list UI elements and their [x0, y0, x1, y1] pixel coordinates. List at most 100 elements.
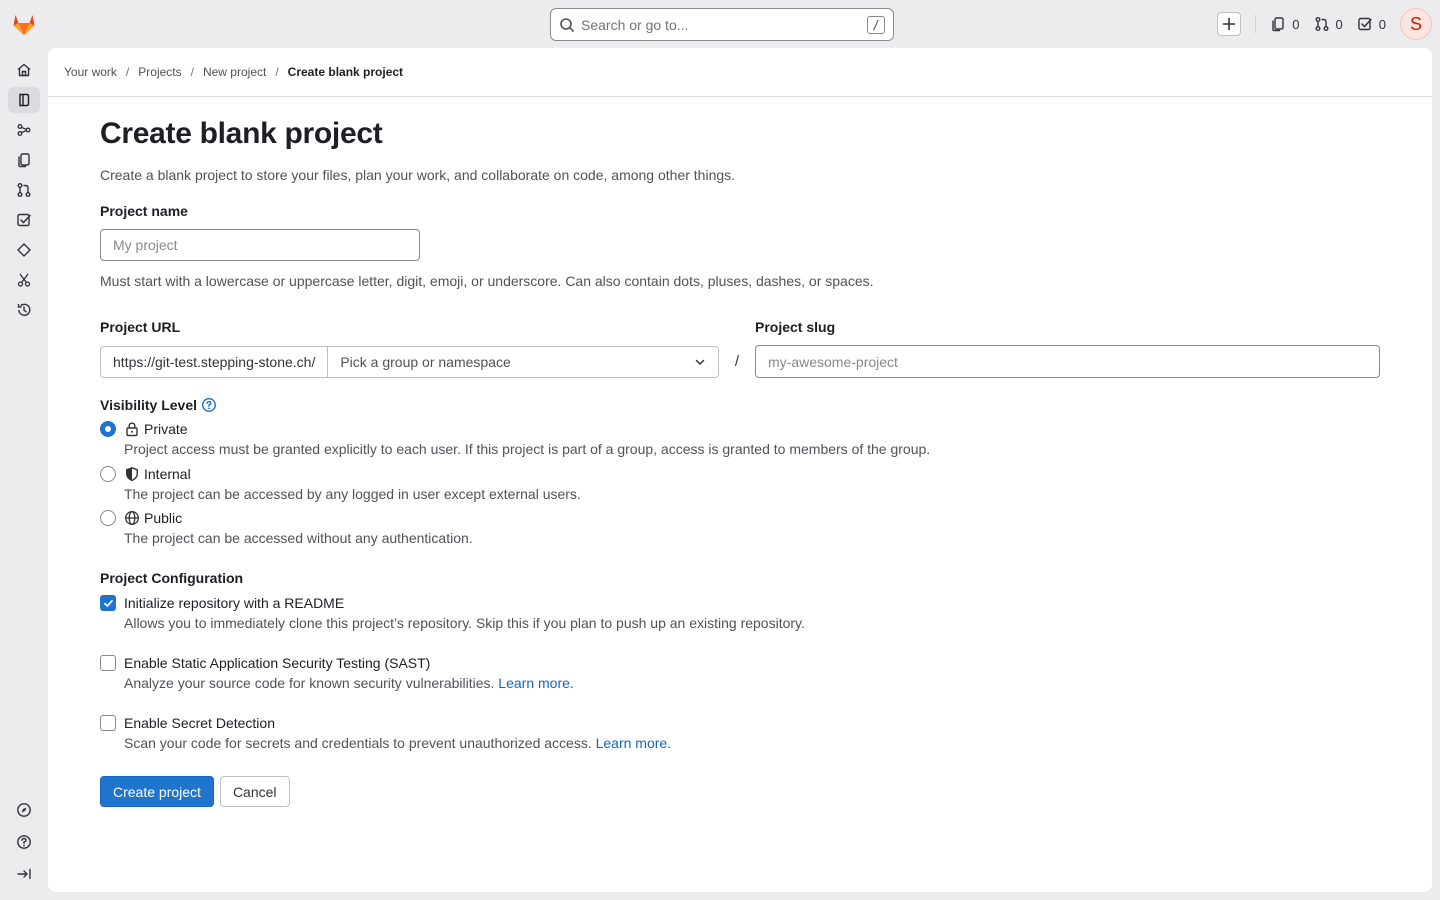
- form-actions: Create project Cancel: [100, 776, 1380, 807]
- sidebar-item-help[interactable]: [8, 829, 40, 855]
- visibility-radio-private[interactable]: [100, 421, 116, 437]
- breadcrumb-current[interactable]: Create blank project: [288, 65, 403, 79]
- todo-icon: [17, 213, 31, 227]
- main-panel: Your work / Projects / New project / Cre…: [48, 48, 1432, 892]
- shield-icon: [126, 467, 138, 482]
- breadcrumb-projects[interactable]: Projects: [138, 65, 181, 79]
- visibility-option-private[interactable]: Private Project access must be granted e…: [100, 419, 1380, 459]
- breadcrumb-your-work[interactable]: Your work: [64, 65, 117, 79]
- readme-label: Initialize repository with a README: [124, 595, 345, 611]
- search-icon: [559, 17, 575, 33]
- page-description: Create a blank project to store your fil…: [100, 167, 736, 183]
- top-right-actions: 0 0 0 S: [1217, 8, 1432, 40]
- page-title: Create blank project: [100, 117, 383, 150]
- search-shortcut-key: /: [867, 15, 885, 34]
- visibility-label-private: Private: [144, 421, 188, 437]
- issues-icon: [1272, 17, 1284, 32]
- visibility-help-public: The project can be accessed without any …: [124, 530, 473, 546]
- milestone-icon: [17, 243, 31, 257]
- home-icon: [17, 63, 31, 77]
- visibility-label: Visibility Level: [100, 397, 198, 413]
- url-slug-labels: Project URL Project slug: [100, 319, 1380, 335]
- chevron-down-icon: [695, 359, 705, 365]
- create-new-button[interactable]: [1217, 12, 1242, 36]
- todos-count: 0: [1378, 16, 1386, 32]
- top-bar: Search or go to... / 0 0 0 S: [0, 0, 1440, 48]
- project-icon: [19, 93, 30, 107]
- project-configuration-label: Project Configuration: [100, 570, 244, 586]
- cancel-button[interactable]: Cancel: [219, 776, 290, 807]
- project-url-prefix: https://git-test.stepping-stone.ch/: [100, 345, 328, 378]
- todos-counter-button[interactable]: 0: [1357, 16, 1386, 32]
- visibility-radio-internal[interactable]: [100, 466, 116, 482]
- config-option-sast[interactable]: Enable Static Application Security Testi…: [100, 653, 1380, 693]
- sidebar-item-home[interactable]: [8, 57, 40, 83]
- sidebar-collapse-toggle[interactable]: [8, 861, 40, 887]
- gitlab-logo-icon[interactable]: [10, 10, 38, 38]
- divider: [1255, 15, 1257, 33]
- search-placeholder: Search or go to...: [581, 16, 689, 33]
- visibility-radio-public[interactable]: [100, 510, 116, 526]
- project-url-group: https://git-test.stepping-stone.ch/ Pick…: [100, 345, 719, 378]
- secret-detection-checkbox[interactable]: [100, 715, 116, 731]
- readme-checkbox[interactable]: [100, 595, 116, 611]
- secret-detection-label: Enable Secret Detection: [124, 715, 275, 731]
- search-input[interactable]: Search or go to... /: [550, 8, 894, 41]
- question-circle-icon[interactable]: [201, 397, 217, 413]
- secret-detection-learn-more-link[interactable]: Learn more.: [596, 735, 671, 751]
- visibility-option-internal[interactable]: Internal The project can be accessed by …: [100, 464, 1380, 504]
- merge-requests-counter-button[interactable]: 0: [1314, 16, 1343, 32]
- issues-count: 0: [1292, 16, 1300, 32]
- sast-label: Enable Static Application Security Testi…: [124, 655, 431, 671]
- breadcrumb: Your work / Projects / New project / Cre…: [48, 48, 1432, 97]
- visibility-option-public[interactable]: Public The project can be accessed witho…: [100, 508, 1380, 548]
- visibility-help-private: Project access must be granted explicitl…: [124, 441, 931, 457]
- sidebar-item-todos[interactable]: [8, 207, 40, 233]
- plus-icon: [1222, 17, 1236, 31]
- issues-icon: [18, 153, 30, 168]
- project-name-input[interactable]: My project: [100, 229, 420, 261]
- sidebar-item-groups[interactable]: [8, 117, 40, 143]
- sast-checkbox[interactable]: [100, 655, 116, 671]
- todo-icon: [1358, 17, 1372, 31]
- expand-sidebar-icon: [17, 868, 31, 880]
- sidebar-item-milestones[interactable]: [8, 237, 40, 263]
- compass-icon: [17, 803, 31, 817]
- namespace-placeholder: Pick a group or namespace: [340, 353, 511, 370]
- globe-icon: [125, 511, 139, 525]
- sidebar-item-projects[interactable]: [8, 87, 40, 113]
- visibility-heading: Visibility Level: [100, 397, 1380, 413]
- config-option-readme[interactable]: Initialize repository with a README Allo…: [100, 593, 1380, 633]
- merge-request-icon: [17, 183, 31, 197]
- url-row: https://git-test.stepping-stone.ch/ Pick…: [100, 345, 1380, 378]
- check-icon: [103, 599, 113, 607]
- groups-icon: [17, 124, 31, 136]
- scissors-icon: [17, 273, 31, 287]
- project-slug-label: Project slug: [755, 319, 836, 335]
- url-separator: /: [734, 353, 740, 370]
- sidebar-item-activity[interactable]: [8, 297, 40, 323]
- sast-help: Analyze your source code for known secur…: [124, 675, 495, 691]
- question-icon: [17, 835, 31, 849]
- create-project-button[interactable]: Create project: [100, 776, 214, 807]
- history-icon: [17, 303, 31, 316]
- create-project-form: Create blank project Create a blank proj…: [100, 97, 1380, 807]
- issues-counter-button[interactable]: 0: [1270, 16, 1300, 32]
- user-avatar[interactable]: S: [1400, 8, 1432, 40]
- config-option-secret-detection[interactable]: Enable Secret Detection Scan your code f…: [100, 713, 1380, 753]
- sidebar-item-snippets[interactable]: [8, 267, 40, 293]
- left-sidebar: [0, 48, 48, 900]
- sidebar-item-merge-requests[interactable]: [8, 177, 40, 203]
- visibility-help-internal: The project can be accessed by any logge…: [124, 486, 581, 502]
- project-name-help: Must start with a lowercase or uppercase…: [100, 273, 874, 289]
- visibility-label-internal: Internal: [144, 466, 191, 482]
- sidebar-item-issues[interactable]: [8, 147, 40, 173]
- sast-learn-more-link[interactable]: Learn more.: [498, 675, 573, 691]
- merge-request-icon: [1315, 17, 1329, 31]
- sidebar-item-explore[interactable]: [8, 797, 40, 823]
- namespace-dropdown[interactable]: Pick a group or namespace: [327, 345, 719, 378]
- readme-help: Allows you to immediately clone this pro…: [124, 615, 805, 631]
- project-slug-input[interactable]: my-awesome-project: [755, 345, 1380, 378]
- breadcrumb-new-project[interactable]: New project: [203, 65, 266, 79]
- merge-requests-count: 0: [1335, 16, 1343, 32]
